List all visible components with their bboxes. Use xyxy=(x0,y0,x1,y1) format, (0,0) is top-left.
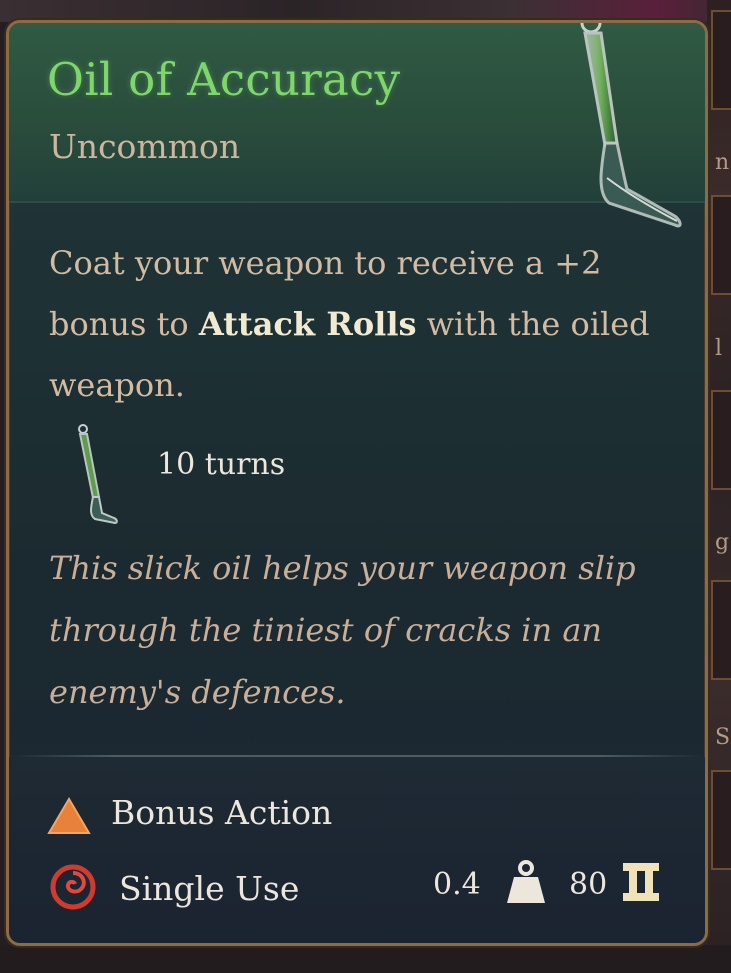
description-highlight: Attack Rolls xyxy=(198,305,417,343)
background-bottom-edge xyxy=(0,945,731,973)
background-right-panel: n l g Se xyxy=(707,0,731,973)
weight-icon xyxy=(507,860,545,903)
action-type: Bonus Action xyxy=(111,793,333,832)
flavor-text: This slick oil helps your weapon slip th… xyxy=(49,549,636,711)
background-slot xyxy=(711,10,731,110)
background-slot xyxy=(711,390,731,490)
tooltip-footer: Bonus Action Single Use 0.4 80 xyxy=(9,757,705,943)
oil-vial-icon xyxy=(78,424,118,525)
gold-value: 80 xyxy=(569,867,608,902)
item-name: Oil of Accuracy xyxy=(47,53,401,106)
item-rarity: Uncommon xyxy=(49,127,241,166)
spiral-single-use-icon xyxy=(50,864,96,910)
background-letter: Se xyxy=(715,725,731,750)
item-description: Coat your weapon to receive a +2 bonus t… xyxy=(49,233,669,416)
duration-text: 10 turns xyxy=(157,447,286,482)
triangle-bonus-action-icon xyxy=(47,797,91,834)
gold-coin-icon xyxy=(623,863,659,901)
background-letter: n xyxy=(715,150,730,175)
background-slot xyxy=(711,195,731,295)
item-tooltip: Oil of Accuracy Uncommon Coat your weapo… xyxy=(6,20,708,946)
oil-vial-icon xyxy=(580,23,682,228)
usage-type: Single Use xyxy=(119,869,300,908)
background-letter: l xyxy=(715,336,723,361)
background-slot xyxy=(711,580,731,680)
background-slot xyxy=(711,770,731,870)
background-inventory-strip xyxy=(0,0,731,22)
background-letter: g xyxy=(715,530,730,555)
weight-value: 0.4 xyxy=(433,867,481,902)
